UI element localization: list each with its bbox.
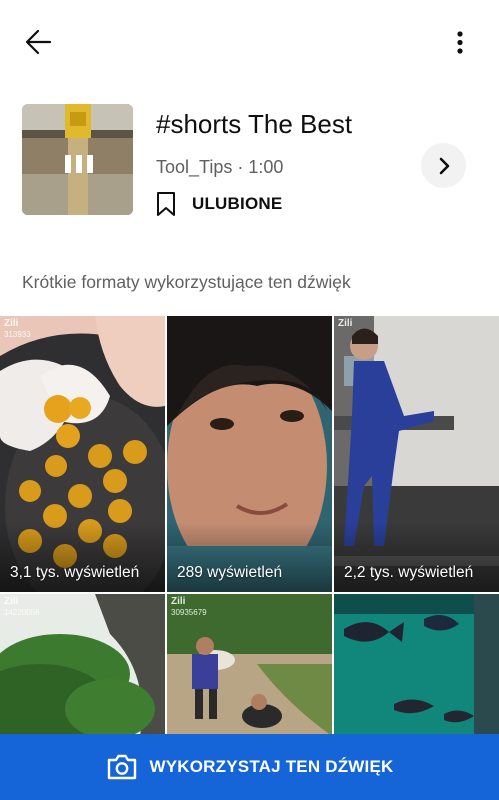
- short-tile[interactable]: Zili 2,2 tys. wyświetleń: [334, 316, 499, 592]
- more-vert-icon: [457, 31, 463, 54]
- camera-icon: [107, 754, 136, 780]
- shorts-grid: Zili 313933 3,1 tys. wyświetleń 289 wyświ…: [0, 316, 499, 736]
- short-view-count: 3,1 tys. wyświetleń: [10, 564, 140, 581]
- short-view-count: 2,2 tys. wyświetleń: [344, 564, 474, 581]
- sound-title: #shorts The Best: [156, 109, 353, 139]
- short-tile[interactable]: Zili 14220058: [0, 594, 165, 736]
- more-options-button[interactable]: [444, 26, 476, 58]
- watermark: Zili 30935679: [171, 596, 207, 617]
- short-thumbnail-aquarium: [334, 594, 499, 736]
- sound-thumbnail-player[interactable]: [22, 104, 133, 215]
- watermark: Zili 313933: [4, 318, 31, 339]
- sound-author-duration: Tool_Tips · 1:00: [156, 157, 284, 177]
- top-app-bar: [0, 0, 499, 84]
- arrow-left-icon: [25, 29, 52, 55]
- short-view-count: 289 wyświetleń: [177, 564, 283, 581]
- sound-details-button[interactable]: [421, 143, 466, 188]
- short-tile[interactable]: [334, 594, 499, 736]
- favorite-button[interactable]: ULUBIONE: [154, 188, 282, 220]
- pause-icon: [65, 155, 93, 173]
- shorts-section-label: Krótkie formaty wykorzystujące ten dźwię…: [22, 272, 351, 292]
- watermark: Zili 14220058: [4, 596, 40, 617]
- short-tile[interactable]: 289 wyświetleń: [167, 316, 332, 592]
- back-button[interactable]: [18, 24, 60, 60]
- bookmark-icon: [157, 192, 175, 216]
- use-this-sound-button[interactable]: WYKORZYSTAJ TEN DŹWIĘK: [0, 734, 499, 800]
- use-this-sound-label: WYKORZYSTAJ TEN DŹWIĘK: [149, 757, 394, 776]
- sound-header: #shorts The Best Tool_Tips · 1:00 ULUBIO…: [0, 96, 499, 226]
- favorite-label: ULUBIONE: [192, 194, 283, 213]
- short-tile[interactable]: Zili 30935679: [167, 594, 332, 736]
- watermark: Zili: [338, 318, 353, 329]
- short-tile[interactable]: Zili 313933 3,1 tys. wyświetleń: [0, 316, 165, 592]
- chevron-right-icon: [439, 157, 449, 174]
